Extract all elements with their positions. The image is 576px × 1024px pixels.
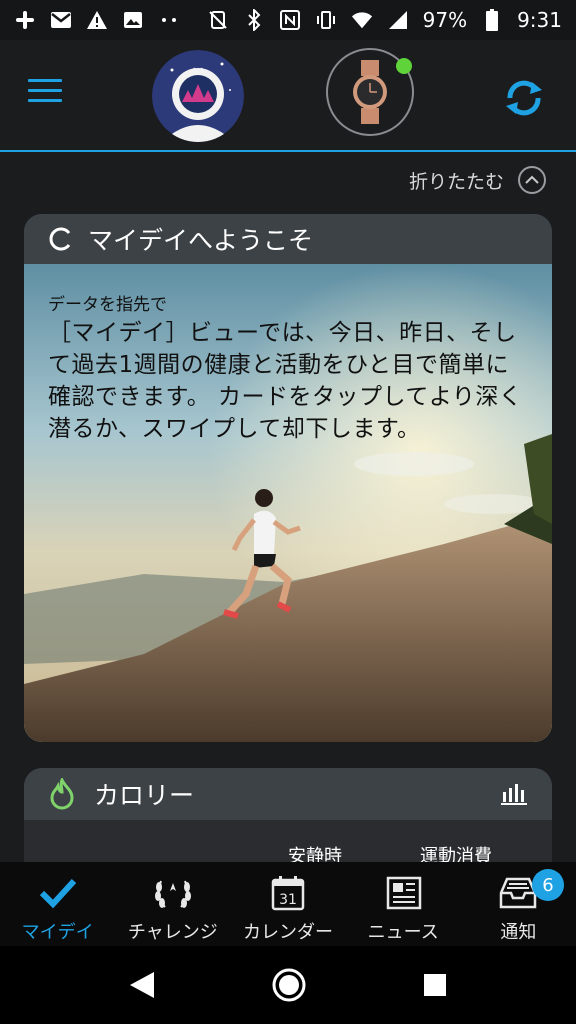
system-navigation-bar	[0, 946, 576, 1024]
no-sim-icon	[207, 9, 229, 31]
cell-signal-icon	[387, 9, 409, 31]
collapse-toggle[interactable]: 折りたたむ	[409, 166, 546, 194]
nav-notifications[interactable]: 通知 6	[461, 862, 576, 946]
warning-icon	[86, 9, 108, 31]
check-icon	[38, 874, 78, 912]
bar-chart-icon[interactable]	[500, 782, 528, 806]
welcome-card-text: データを指先で ［マイデイ］ビューでは、今日、昨日、そして過去1週間の健康と活動…	[48, 290, 528, 445]
nav-label: 通知	[500, 922, 537, 943]
wifi-icon	[351, 9, 373, 31]
app-header	[0, 40, 576, 152]
menu-icon[interactable]	[28, 79, 62, 105]
bottom-navigation: マイデイ チャレンジ 31 カレンダー ニュース 通知 6	[0, 862, 576, 946]
clock: 9:31	[517, 8, 562, 32]
welcome-card[interactable]: マイデイへようこそ データを指先で ［マイデイ］ビューでは、今日、昨日、そして過…	[24, 214, 552, 742]
laurel-icon	[153, 874, 193, 912]
bluetooth-icon	[243, 9, 265, 31]
slack-icon	[14, 9, 36, 31]
recents-icon[interactable]	[422, 972, 448, 998]
sync-icon[interactable]	[500, 74, 548, 122]
gmail-icon	[50, 9, 72, 31]
status-right-icons: 97% 9:31	[207, 8, 562, 32]
chevron-up-icon[interactable]	[518, 166, 546, 194]
home-icon[interactable]	[271, 967, 307, 1003]
vibrate-icon	[315, 9, 337, 31]
calorie-card-title: カロリー	[94, 781, 195, 810]
status-bar: 97% 9:31	[0, 0, 576, 40]
nav-my-day[interactable]: マイデイ	[0, 862, 115, 946]
watch-icon	[353, 60, 387, 124]
nav-label: カレンダー	[243, 922, 333, 943]
nav-label: チャレンジ	[127, 922, 218, 943]
collapse-label: 折りたたむ	[408, 170, 504, 193]
battery-percent: 97%	[422, 8, 468, 32]
welcome-card-subtitle: データを指先で	[48, 295, 167, 315]
notification-count-badge: 6	[532, 869, 565, 901]
nav-label: マイデイ	[21, 922, 94, 943]
nfc-icon	[279, 9, 301, 31]
back-icon[interactable]	[128, 970, 156, 1000]
flame-icon	[50, 778, 74, 810]
welcome-card-title: マイデイへようこそ	[88, 226, 314, 255]
battery-icon	[481, 9, 503, 31]
device-connected-indicator	[396, 58, 412, 74]
nav-calendar[interactable]: 31 カレンダー	[230, 862, 345, 946]
status-left-icons	[14, 9, 180, 31]
newspaper-icon	[383, 874, 423, 912]
nav-label: ニュース	[367, 922, 439, 943]
nav-challenges[interactable]: チャレンジ	[115, 862, 230, 946]
nav-news[interactable]: ニュース	[346, 862, 461, 946]
more-notifications-icon	[158, 9, 180, 31]
welcome-card-header: マイデイへようこそ	[24, 214, 552, 264]
refresh-circle-icon	[49, 227, 71, 251]
calendar-icon: 31	[268, 874, 308, 912]
profile-avatar[interactable]	[152, 50, 244, 142]
calorie-card-header: カロリー	[24, 768, 552, 820]
astronaut-avatar-icon	[152, 50, 244, 142]
calendar-day-number: 31	[279, 892, 297, 908]
image-icon	[122, 9, 144, 31]
welcome-card-body: ［マイデイ］ビューでは、今日、昨日、そして過去1週間の健康と活動をひと目で簡単に…	[48, 320, 523, 442]
